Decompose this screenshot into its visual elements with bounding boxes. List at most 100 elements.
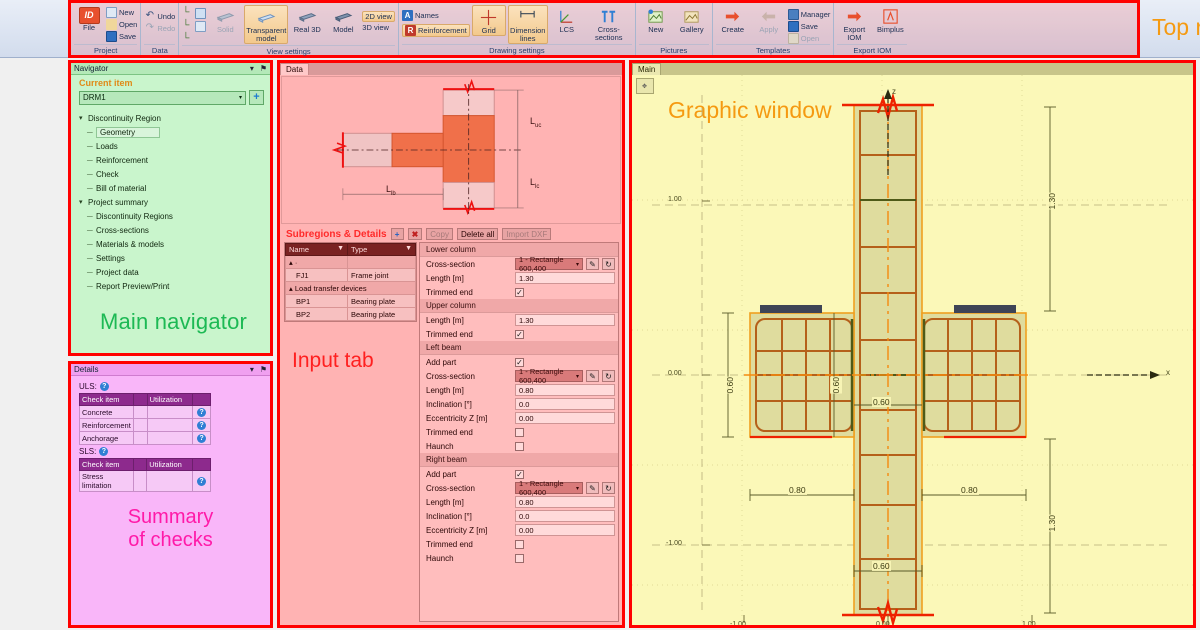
save-button[interactable]: Save bbox=[106, 31, 137, 42]
template-manager-button[interactable]: Manager bbox=[787, 9, 830, 20]
edit-pencil-icon[interactable]: ✎ bbox=[586, 482, 599, 494]
cross-section-combo[interactable]: 1 - Rectangle 600,400 ▾ bbox=[515, 367, 583, 385]
trimmed-end-checkbox[interactable]: ✓ bbox=[515, 329, 524, 339]
help-icon[interactable]: ? bbox=[197, 477, 207, 486]
delete-all-button[interactable]: Delete all bbox=[456, 228, 499, 240]
help-icon[interactable]: ? bbox=[197, 408, 207, 417]
transparent-model-button[interactable]: Transparent model bbox=[244, 5, 289, 44]
edit-pencil-icon[interactable]: ✎ bbox=[586, 258, 599, 270]
cell-help[interactable]: ? bbox=[192, 431, 211, 445]
cell-help[interactable]: ? bbox=[192, 418, 211, 432]
eccentricity-z-input[interactable]: 0.00 bbox=[515, 412, 615, 424]
property-row-trimmed-end[interactable]: Trimmed end bbox=[420, 537, 618, 551]
sidebar-item-geometry[interactable]: ─ Geometry bbox=[77, 125, 270, 139]
grid-button[interactable]: Grid bbox=[471, 5, 506, 36]
new-picture-button[interactable]: New bbox=[639, 5, 673, 34]
graphic-canvas[interactable]: ✥ Graphic window 1.30 1.30 0.60 0.60 0.6… bbox=[632, 75, 1193, 625]
help-icon[interactable]: ? bbox=[99, 447, 109, 456]
sidebar-item-materials-models[interactable]: ─ Materials & models bbox=[77, 237, 270, 251]
sidebar-item-reinforcement[interactable]: ─ Reinforcement bbox=[77, 153, 270, 167]
bimplus-button[interactable]: Bimplus bbox=[873, 5, 907, 34]
delete-subregion-button[interactable]: ✖ bbox=[407, 228, 423, 240]
redo-button[interactable]: ↷ Redo bbox=[144, 23, 176, 34]
refresh-icon[interactable]: ↻ bbox=[602, 482, 615, 494]
model-button[interactable]: Model bbox=[326, 5, 360, 34]
real-3d-button[interactable]: Real 3D bbox=[290, 5, 324, 34]
cell-help[interactable]: ? bbox=[192, 405, 211, 419]
add-subregion-button[interactable]: + bbox=[390, 228, 404, 240]
table-row[interactable]: BP1 Bearing plate bbox=[285, 294, 416, 308]
expand-collapse-icon[interactable]: ▾ bbox=[79, 114, 88, 122]
sidebar-item-project-summary[interactable]: ▾ Project summary bbox=[77, 195, 270, 209]
sidebar-item-discontinuity-region[interactable]: ▾ Discontinuity Region bbox=[77, 111, 270, 125]
property-row-length[interactable]: Length [m] 0.80 bbox=[420, 383, 618, 397]
property-row-eccentricity-z[interactable]: Eccentricity Z [m] 0.00 bbox=[420, 523, 618, 537]
inclination-input[interactable]: 0.0 bbox=[515, 398, 615, 410]
sidebar-item-bill-of-material[interactable]: ─ Bill of material bbox=[77, 181, 270, 195]
property-row-trimmed-end[interactable]: Trimmed end ✓ bbox=[420, 285, 618, 299]
2d-view-button[interactable]: 2D view bbox=[362, 11, 395, 22]
add-part-checkbox[interactable]: ✓ bbox=[515, 357, 524, 367]
copy-button[interactable]: Copy bbox=[426, 228, 453, 240]
new-button[interactable]: New bbox=[106, 7, 137, 18]
apply-template-button[interactable]: Apply bbox=[752, 5, 786, 34]
view-option-1-icon[interactable] bbox=[195, 8, 207, 19]
refresh-icon[interactable]: ↻ bbox=[602, 258, 615, 270]
names-button[interactable]: A Names bbox=[401, 10, 470, 21]
view-option-2-icon[interactable] bbox=[195, 21, 207, 32]
length-input[interactable]: 1.30 bbox=[515, 314, 615, 326]
eccentricity-z-input[interactable]: 0.00 bbox=[515, 524, 615, 536]
undo-button[interactable]: ↶ Undo bbox=[144, 11, 176, 22]
add-part-checkbox[interactable]: ✓ bbox=[515, 469, 524, 479]
refresh-icon[interactable]: ↻ bbox=[602, 370, 615, 382]
table-row[interactable]: Concrete ? bbox=[79, 405, 211, 419]
expand-collapse-icon[interactable]: ▾ bbox=[79, 198, 88, 206]
property-row-haunch[interactable]: Haunch bbox=[420, 551, 618, 565]
table-group-row[interactable]: ▴ Load transfer devices bbox=[285, 281, 416, 295]
export-iom-button[interactable]: Export IOM bbox=[837, 5, 871, 42]
property-row-cross-section[interactable]: Cross-section 1 - Rectangle 600,400 ▾ ✎ ↻ bbox=[420, 479, 618, 497]
lcs-button[interactable]: LCS bbox=[550, 5, 584, 34]
help-icon[interactable]: ? bbox=[197, 434, 207, 443]
sidebar-item-discontinuity-regions[interactable]: ─ Discontinuity Regions bbox=[77, 209, 270, 223]
table-group-row[interactable]: ▴ · bbox=[285, 255, 416, 269]
table-row[interactable]: Reinforcement ? bbox=[79, 418, 211, 432]
gallery-button[interactable]: Gallery bbox=[675, 5, 709, 34]
3d-view-button[interactable]: 3D view bbox=[362, 23, 395, 32]
property-row-length[interactable]: Length [m] 1.30 bbox=[420, 271, 618, 285]
dimension-lines-button[interactable]: Dimension lines bbox=[507, 5, 548, 44]
sidebar-item-cross-sections[interactable]: ─ Cross-sections bbox=[77, 223, 270, 237]
cross-sections-button[interactable]: Cross-sections bbox=[586, 5, 632, 42]
sidebar-item-check[interactable]: ─ Check bbox=[77, 167, 270, 181]
haunch-checkbox[interactable] bbox=[515, 441, 524, 451]
property-row-length[interactable]: Length [m] 1.30 bbox=[420, 313, 618, 327]
trimmed-end-checkbox[interactable] bbox=[515, 427, 524, 437]
haunch-checkbox[interactable] bbox=[515, 553, 524, 563]
sidebar-item-project-data[interactable]: ─ Project data bbox=[77, 265, 270, 279]
navigator-dropdown-icon[interactable]: ▾ bbox=[250, 64, 254, 73]
filter-icon[interactable]: ▼ bbox=[405, 245, 412, 252]
view-toggle-1-icon[interactable]: └ bbox=[182, 8, 193, 19]
template-open-button[interactable]: Open bbox=[787, 33, 831, 44]
view-toggle-2-icon[interactable]: └ bbox=[182, 21, 193, 32]
property-row-inclination[interactable]: Inclination [°] 0.0 bbox=[420, 397, 618, 411]
help-icon[interactable]: ? bbox=[99, 382, 109, 391]
trimmed-end-checkbox[interactable] bbox=[515, 539, 524, 549]
length-input[interactable]: 1.30 bbox=[515, 272, 615, 284]
inclination-input[interactable]: 0.0 bbox=[515, 510, 615, 522]
sidebar-item-settings[interactable]: ─ Settings bbox=[77, 251, 270, 265]
property-row-eccentricity-z[interactable]: Eccentricity Z [m] 0.00 bbox=[420, 411, 618, 425]
length-input[interactable]: 0.80 bbox=[515, 496, 615, 508]
property-row-cross-section[interactable]: Cross-section 1 - Rectangle 600,400 ▾ ✎ ↻ bbox=[420, 367, 618, 385]
help-icon[interactable]: ? bbox=[197, 421, 207, 430]
navigator-pin-icon[interactable]: ⚑ bbox=[260, 64, 267, 73]
template-save-button[interactable]: Save bbox=[787, 21, 831, 32]
view-toggle-3-icon[interactable]: └ bbox=[182, 34, 193, 45]
import-dxf-button[interactable]: Import DXF bbox=[502, 228, 552, 240]
length-input[interactable]: 0.80 bbox=[515, 384, 615, 396]
details-dropdown-icon[interactable]: ▾ bbox=[250, 365, 254, 374]
property-row-trimmed-end[interactable]: Trimmed end ✓ bbox=[420, 327, 618, 341]
edit-pencil-icon[interactable]: ✎ bbox=[586, 370, 599, 382]
property-row-length[interactable]: Length [m] 0.80 bbox=[420, 495, 618, 509]
reinforcement-button[interactable]: R Reinforcement bbox=[401, 24, 470, 37]
